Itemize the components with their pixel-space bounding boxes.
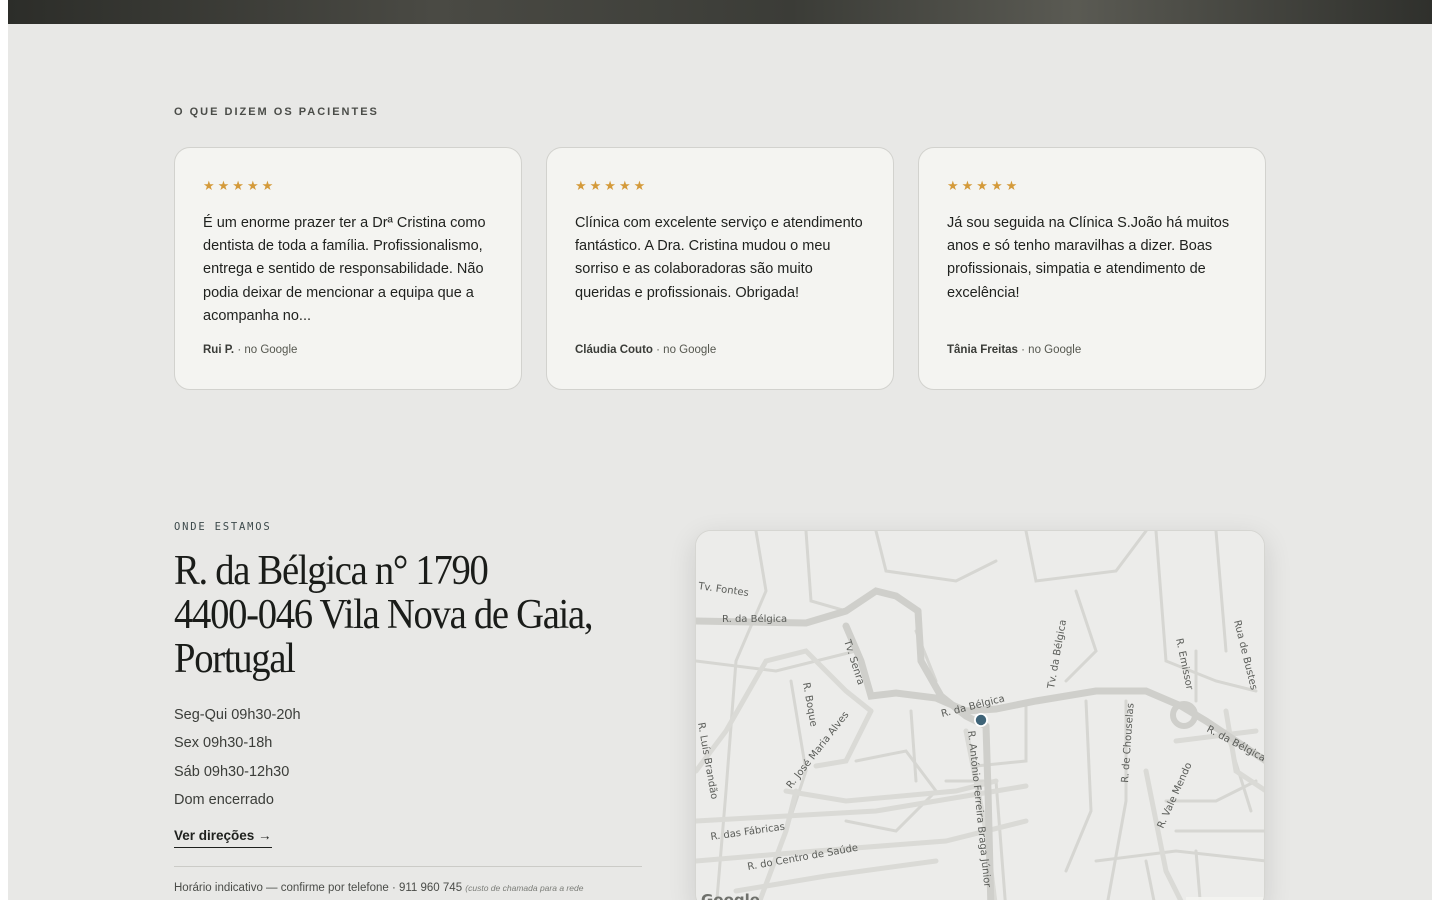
hours-note: Horário indicativo — confirme por telefo… — [174, 882, 583, 894]
review-card: ★★★★★ Clínica com excelente serviço e at… — [546, 147, 894, 390]
review-source: · no Google — [656, 344, 717, 356]
review-source: · no Google — [237, 344, 298, 356]
svg-text:R. da Bélgica: R. da Bélgica — [722, 613, 787, 625]
review-author: Cláudia Couto — [575, 344, 653, 356]
location-pin[interactable] — [975, 714, 987, 726]
hours-line: Seg-Qui 09h30-20h — [174, 707, 301, 723]
map-canvas[interactable]: Tv. Fontes R. da Bélgica Tv. Senra R. Bo… — [696, 531, 1265, 900]
google-logo: Google — [701, 891, 760, 900]
hours-line: Sex 09h30-18h — [174, 735, 273, 752]
location-map[interactable]: Tv. Fontes R. da Bélgica Tv. Senra R. Bo… — [695, 530, 1265, 900]
review-meta: Tânia Freitas · no Google — [947, 344, 1081, 356]
star-rating: ★★★★★ — [203, 178, 277, 193]
star-rating: ★★★★★ — [947, 178, 1021, 193]
review-meta: Cláudia Couto · no Google — [575, 344, 716, 356]
hours-line: Sáb 09h30-12h30 — [174, 763, 290, 780]
hours-line: Dom encerrado — [174, 791, 274, 808]
hero-image-bottom — [8, 0, 1432, 24]
review-card: ★★★★★ É um enorme prazer ter a Drª Crist… — [174, 147, 522, 390]
review-text: Já sou seguida na Clínica S.João há muit… — [947, 215, 1230, 301]
reviews-list: ★★★★★ É um enorme prazer ter a Drª Crist… — [174, 147, 1266, 390]
directions-link[interactable]: Ver direções → — [174, 828, 272, 848]
address-line: 4400-046 Vila Nova de Gaia, — [174, 592, 594, 638]
opening-hours: Seg-Qui 09h30-20h Sex 09h30-18h Sáb 09h3… — [174, 701, 301, 814]
review-text: Clínica com excelente serviço e atendime… — [575, 215, 863, 301]
review-card: ★★★★★ Já sou seguida na Clínica S.João h… — [918, 147, 1266, 390]
review-source: · no Google — [1021, 344, 1082, 356]
page: O QUE DIZEM OS PACIENTES ★★★★★ É um enor… — [8, 0, 1432, 900]
call-cost-note: (custo de chamada para a rede — [465, 883, 584, 893]
address-heading: R. da Bélgica n° 1790 4400-046 Vila Nova… — [174, 549, 616, 681]
review-author: Tânia Freitas — [947, 344, 1018, 356]
review-author: Rui P. — [203, 344, 235, 356]
reviews-section-label: O QUE DIZEM OS PACIENTES — [174, 106, 379, 118]
location-section-label: ONDE ESTAMOS — [174, 521, 272, 533]
address-line: R. da Bélgica n° 1790 — [174, 548, 489, 594]
divider — [174, 866, 642, 867]
review-text: É um enorme prazer ter a Drª Cristina co… — [203, 215, 486, 324]
review-meta: Rui P. · no Google — [203, 344, 297, 356]
hours-note-text: Horário indicativo — confirme por telefo… — [174, 882, 463, 894]
address-line: Portugal — [174, 636, 296, 682]
star-rating: ★★★★★ — [575, 178, 649, 193]
